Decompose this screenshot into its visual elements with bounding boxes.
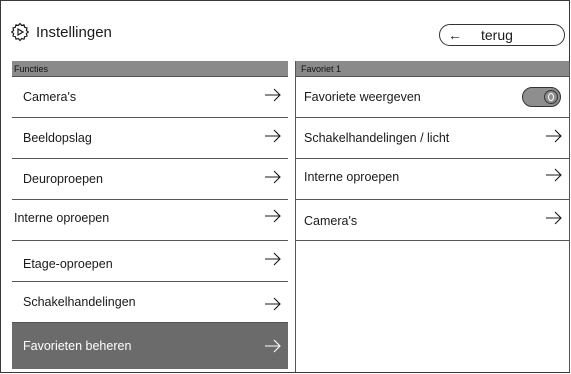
menu-item-label: Schakelhandelingen [23, 295, 136, 309]
favorite-display-toggle[interactable] [522, 87, 561, 107]
arrow-right-icon [265, 297, 281, 311]
arrow-right-icon [265, 170, 281, 184]
menu-item-cameras[interactable]: Camera's [12, 77, 288, 118]
menu-item-image-storage[interactable]: Beeldopslag [12, 118, 288, 159]
page-title-label: Instellingen [36, 23, 112, 41]
back-button-label: terug [481, 27, 513, 43]
favorite-display-row: Favoriete weergeven [296, 77, 569, 118]
menu-item-label: Beeldopslag [23, 131, 92, 145]
arrow-right-icon [265, 252, 281, 266]
page-title: Instellingen [10, 22, 112, 42]
menu-item-switching-actions[interactable]: Schakelhandelingen [12, 282, 288, 323]
header-bar: Instellingen ← terug [0, 0, 571, 60]
arrow-right-icon [546, 168, 562, 182]
arrow-right-icon [265, 88, 281, 102]
favorite-item-label: Schakelhandelingen / licht [304, 131, 450, 145]
arrow-right-icon [265, 339, 281, 353]
functions-panel: Functies Camera's Beeldopslag Deuroproep… [12, 61, 288, 372]
back-arrow-icon: ← [448, 27, 462, 43]
favorite-item-label: Interne oproepen [304, 170, 400, 184]
menu-item-internal-calls[interactable]: Interne oproepen [12, 200, 288, 241]
toggle-knob [544, 90, 558, 104]
favorite-panel: Favoriet 1 Favoriete weergeven Schakelha… [295, 61, 570, 372]
arrow-right-icon [546, 129, 562, 143]
menu-item-label: Interne oproepen [14, 211, 110, 225]
menu-item-door-calls[interactable]: Deuroproepen [12, 159, 288, 200]
arrow-right-icon [546, 211, 562, 225]
favorite-display-label: Favoriete weergeven [304, 90, 421, 104]
favorite-item-internal-calls[interactable]: Interne oproepen [296, 159, 569, 200]
menu-item-label: Camera's [23, 90, 77, 104]
arrow-right-icon [265, 129, 281, 143]
favorite-panel-heading: Favoriet 1 [296, 61, 569, 77]
favorite-item-cameras[interactable]: Camera's [296, 200, 569, 241]
favorite-item-switching-light[interactable]: Schakelhandelingen / licht [296, 118, 569, 159]
gear-icon [10, 22, 30, 42]
functions-panel-heading: Functies [12, 61, 288, 77]
menu-item-floor-calls[interactable]: Etage-oproepen [12, 241, 288, 282]
arrow-right-icon [265, 209, 281, 223]
menu-item-manage-favorites[interactable]: Favorieten beheren [12, 323, 288, 369]
menu-item-label: Deuroproepen [23, 172, 103, 186]
favorite-item-label: Camera's [304, 214, 358, 228]
menu-item-label: Favorieten beheren [23, 339, 132, 353]
back-button[interactable]: ← terug [439, 24, 565, 46]
menu-item-label: Etage-oproepen [23, 257, 113, 271]
